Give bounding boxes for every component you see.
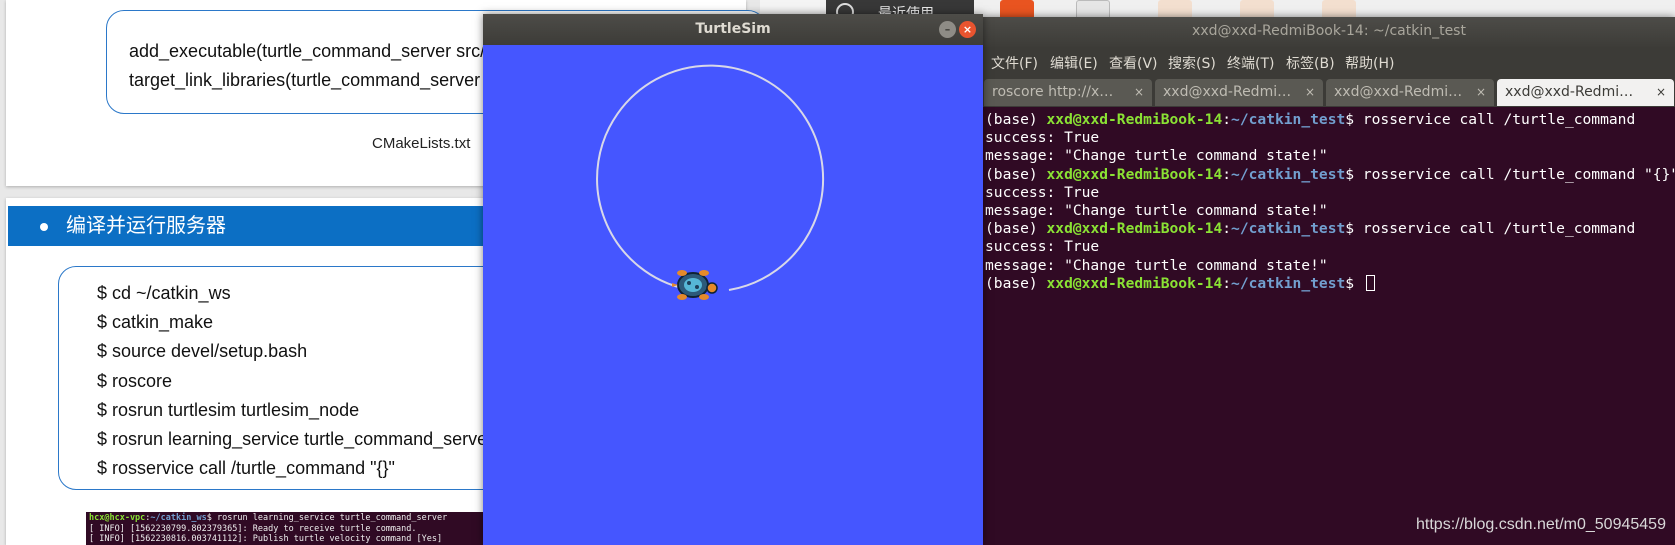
menu-tabs[interactable]: 标签(B) — [1286, 53, 1335, 73]
bullet-icon — [40, 223, 48, 231]
cmake-caption: CMakeLists.txt — [372, 135, 471, 152]
tab-roscore[interactable]: roscore http://x… × — [984, 79, 1152, 106]
folder-icon[interactable] — [1240, 0, 1274, 18]
tab-label: xxd@xxd-Redmi… — [1505, 84, 1634, 100]
prompt-env: (base) — [985, 220, 1047, 238]
prompt-user-host: xxd@xxd-RedmiBook-14 — [1046, 220, 1223, 238]
command-text: rosservice call /turtle_command — [1362, 111, 1636, 128]
turtlesim-canvas — [483, 45, 983, 545]
output-line: success: True — [985, 238, 1100, 256]
folder-icon[interactable] — [1000, 0, 1034, 18]
terminal-menubar: 文件(F) 编辑(E) 查看(V) 搜索(S) 终端(T) 标签(B) 帮助(H… — [983, 47, 1675, 77]
menu-file[interactable]: 文件(F) — [991, 53, 1038, 73]
prompt-colon: : — [1222, 220, 1232, 238]
menu-help[interactable]: 帮助(H) — [1345, 53, 1394, 73]
output-line: success: True — [985, 183, 1100, 201]
prompt-path: ~/catkin_test — [1231, 111, 1346, 128]
output-line: message: "Change turtle command state!" — [985, 256, 1328, 274]
prompt-dollar: $ — [1345, 165, 1363, 183]
prompt-user-host: xxd@xxd-RedmiBook-14 — [1046, 274, 1223, 292]
tab-terminal-2[interactable]: xxd@xxd-Redmi… × — [1155, 79, 1323, 106]
terminal-title: xxd@xxd-RedmiBook-14: ~/catkin_test — [1192, 23, 1466, 39]
desktop: add_executable(turtle_command_server src… — [0, 0, 1675, 545]
turtlesim-window: TurtleSim – × — [483, 14, 983, 545]
mini-command: $ rosrun learning_service turtle_command… — [206, 513, 448, 523]
command-line: (base) xxd@xxd-RedmiBook-14:~/catkin_tes… — [985, 111, 1675, 129]
tab-label: xxd@xxd-Redmi… — [1334, 84, 1463, 100]
prompt-path: ~/catkin_test — [1231, 274, 1346, 292]
prompt-user-host: xxd@xxd-RedmiBook-14 — [1046, 111, 1223, 128]
folder-icon[interactable] — [1158, 0, 1192, 18]
menu-search[interactable]: 搜索(S) — [1168, 53, 1216, 73]
turtlesim-background — [483, 45, 983, 545]
menu-view[interactable]: 查看(V) — [1109, 53, 1158, 73]
prompt-dollar: $ — [1345, 274, 1363, 292]
document-icon[interactable] — [1076, 0, 1110, 18]
output-line: message: "Change turtle command state!" — [985, 201, 1328, 219]
command-line: (base) xxd@xxd-RedmiBook-14:~/catkin_tes… — [985, 166, 1675, 184]
terminal-output[interactable]: (base) xxd@xxd-RedmiBook-14:~/catkin_tes… — [983, 107, 1675, 545]
output-line: success: True — [985, 129, 1100, 147]
text-cursor — [1365, 274, 1375, 291]
prompt-path: ~/catkin_test — [1231, 165, 1346, 183]
prompt-env: (base) — [985, 111, 1047, 128]
tab-close-icon[interactable]: × — [1476, 79, 1486, 105]
command-text: rosservice call /turtle_command — [1362, 220, 1636, 238]
prompt-env: (base) — [985, 274, 1047, 292]
prompt-dollar: $ — [1345, 111, 1363, 128]
prompt-colon: : — [1222, 274, 1232, 292]
command-line: (base) xxd@xxd-RedmiBook-14:~/catkin_tes… — [985, 220, 1675, 238]
menu-terminal[interactable]: 终端(T) — [1227, 53, 1274, 73]
command-line: (base) xxd@xxd-RedmiBook-14:~/catkin_tes… — [985, 274, 1675, 293]
section-title: 编译并运行服务器 — [66, 215, 226, 237]
folder-icon[interactable] — [1322, 0, 1356, 18]
tab-close-icon[interactable]: × — [1134, 79, 1144, 105]
terminal-tab-bar: roscore http://x… × xxd@xxd-Redmi… × xxd… — [983, 77, 1675, 107]
minimize-icon[interactable]: – — [939, 21, 956, 38]
mini-log-line: [ INFO] [1562230816.003741112]: Publish … — [89, 534, 443, 544]
turtlesim-titlebar[interactable]: TurtleSim – × — [483, 14, 983, 45]
mini-prompt-path: ~/catkin_ws — [150, 513, 207, 523]
tab-terminal-4-active[interactable]: xxd@xxd-Redmi… × — [1497, 79, 1674, 106]
prompt-colon: : — [1222, 111, 1232, 128]
terminal-window: xxd@xxd-RedmiBook-14: ~/catkin_test 文件(F… — [983, 17, 1675, 545]
watermark: https://blog.csdn.net/m0_50945459 — [1416, 516, 1666, 533]
mini-terminal-screenshot: hcx@hcx-vpc:~/catkin_ws$ rosrun learning… — [86, 512, 496, 545]
prompt-dollar: $ — [1345, 220, 1363, 238]
tab-terminal-3[interactable]: xxd@xxd-Redmi… × — [1326, 79, 1494, 106]
close-icon[interactable]: × — [959, 21, 976, 38]
prompt-user-host: xxd@xxd-RedmiBook-14 — [1046, 165, 1223, 183]
command-text: rosservice call /turtle_command "{}" — [1362, 165, 1675, 183]
mini-log-line: [ INFO] [1562230799.802379365]: Ready to… — [89, 523, 417, 534]
tab-close-icon[interactable]: × — [1305, 79, 1315, 105]
prompt-env: (base) — [985, 165, 1047, 183]
turtlesim-title: TurtleSim — [695, 21, 771, 37]
terminal-titlebar[interactable]: xxd@xxd-RedmiBook-14: ~/catkin_test — [983, 17, 1675, 47]
tab-close-icon[interactable]: × — [1656, 79, 1666, 105]
tab-label: xxd@xxd-Redmi… — [1163, 84, 1292, 100]
mini-prompt-user: hcx@hcx-vpc — [89, 513, 146, 523]
prompt-colon: : — [1222, 165, 1232, 183]
menu-edit[interactable]: 编辑(E) — [1050, 53, 1098, 73]
prompt-path: ~/catkin_test — [1231, 220, 1346, 238]
output-line: message: "Change turtle command state!" — [985, 147, 1328, 165]
tab-label: roscore http://x… — [992, 84, 1114, 100]
